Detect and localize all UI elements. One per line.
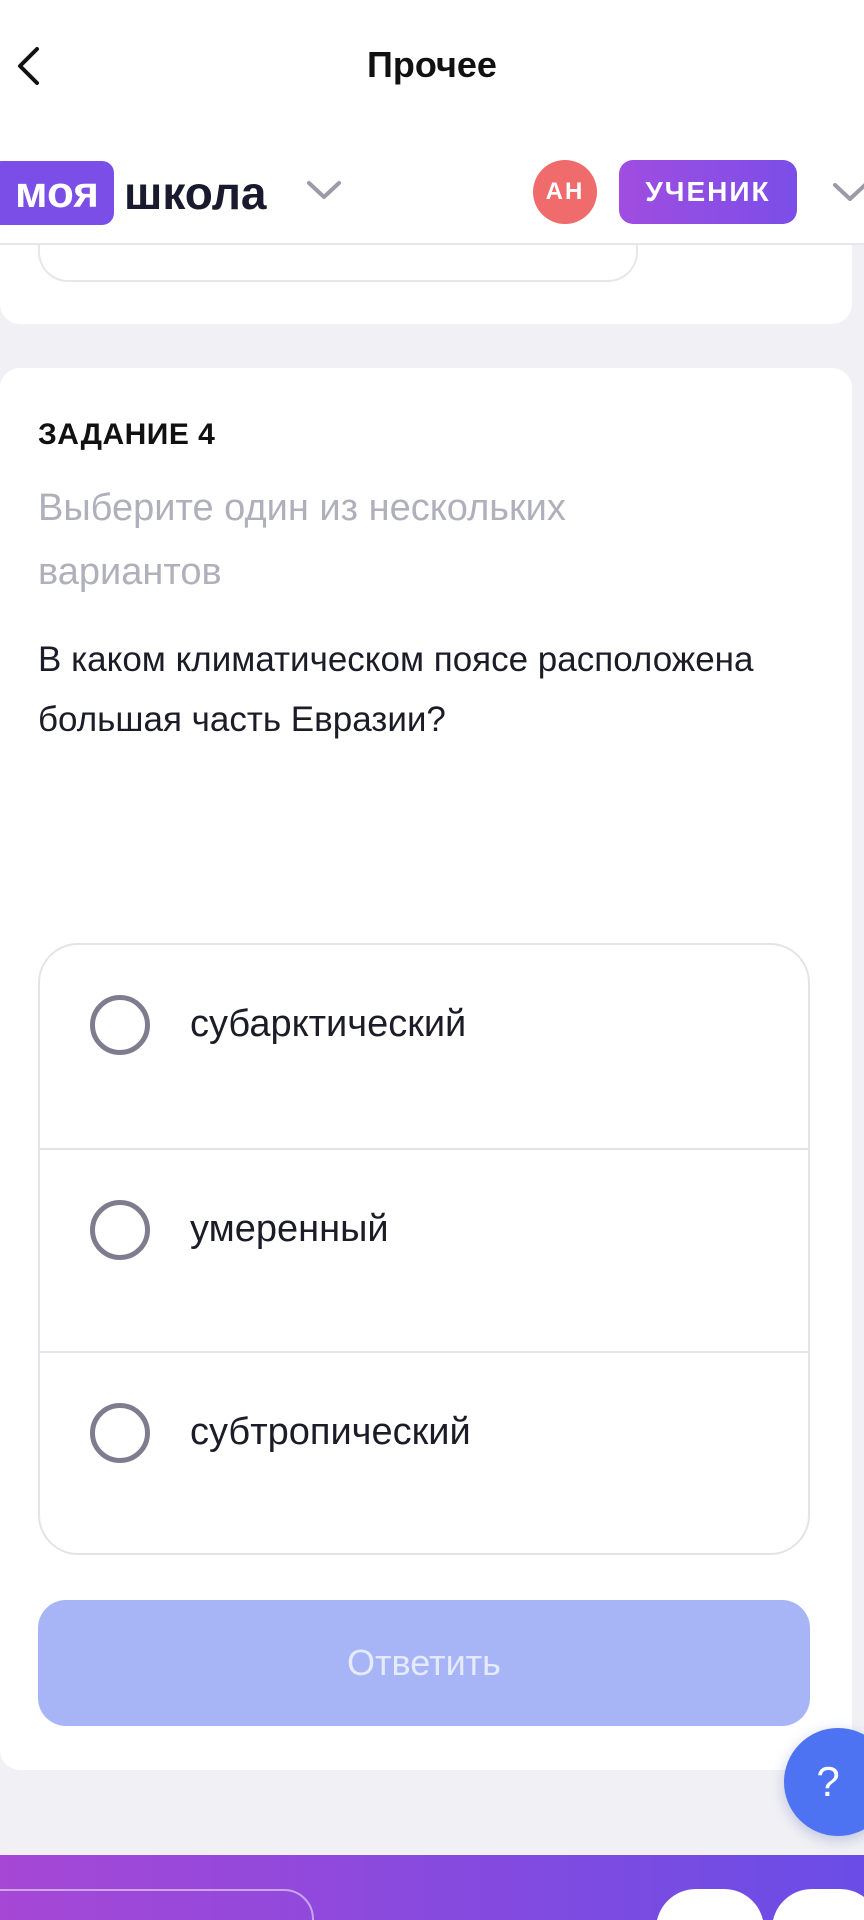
bottom-bar-left-button[interactable] xyxy=(0,1889,314,1920)
radio-button[interactable] xyxy=(90,1403,150,1463)
option-label: умеренный xyxy=(190,1208,389,1250)
option-subarctic[interactable]: субарктический xyxy=(40,945,808,1148)
task-question: В каком климатическом поясе расположена … xyxy=(38,640,754,739)
radio-button[interactable] xyxy=(90,1200,150,1260)
task-label: ЗАДАНИЕ 4 xyxy=(38,418,216,451)
option-label: субарктический xyxy=(190,1003,467,1045)
task-hint: Выберите один из нескольких вариантов xyxy=(38,487,566,593)
bottom-bar xyxy=(0,1855,864,1920)
page-title: Прочее xyxy=(367,44,497,85)
school-header: моя школа АН УЧЕНИК xyxy=(0,135,864,245)
answer-button[interactable]: Ответить xyxy=(38,1600,810,1726)
role-badge[interactable]: УЧЕНИК xyxy=(619,160,797,224)
answer-options: субарктический умеренный субтропический xyxy=(38,943,810,1555)
top-navigation-bar: Прочее xyxy=(0,0,864,135)
option-subtropical[interactable]: субтропический xyxy=(40,1351,808,1553)
radio-button[interactable] xyxy=(90,995,150,1055)
bottom-bar-right-button-2[interactable] xyxy=(772,1889,864,1920)
role-chevron-down-icon[interactable] xyxy=(830,180,864,204)
app-screen: Прочее моя школа АН УЧЕНИК ЗАДАНИЕ 4 Выб… xyxy=(0,0,864,1920)
logo-moya: моя xyxy=(0,161,114,225)
logo-shkola: школа xyxy=(124,167,267,219)
option-label: субтропический xyxy=(190,1411,471,1453)
avatar[interactable]: АН xyxy=(533,160,597,224)
task-card: ЗАДАНИЕ 4 Выберите один из нескольких ва… xyxy=(0,368,852,1770)
bottom-bar-right-button-1[interactable] xyxy=(656,1889,764,1920)
school-chevron-down-icon[interactable] xyxy=(304,178,344,202)
option-temperate[interactable]: умеренный xyxy=(40,1148,808,1351)
